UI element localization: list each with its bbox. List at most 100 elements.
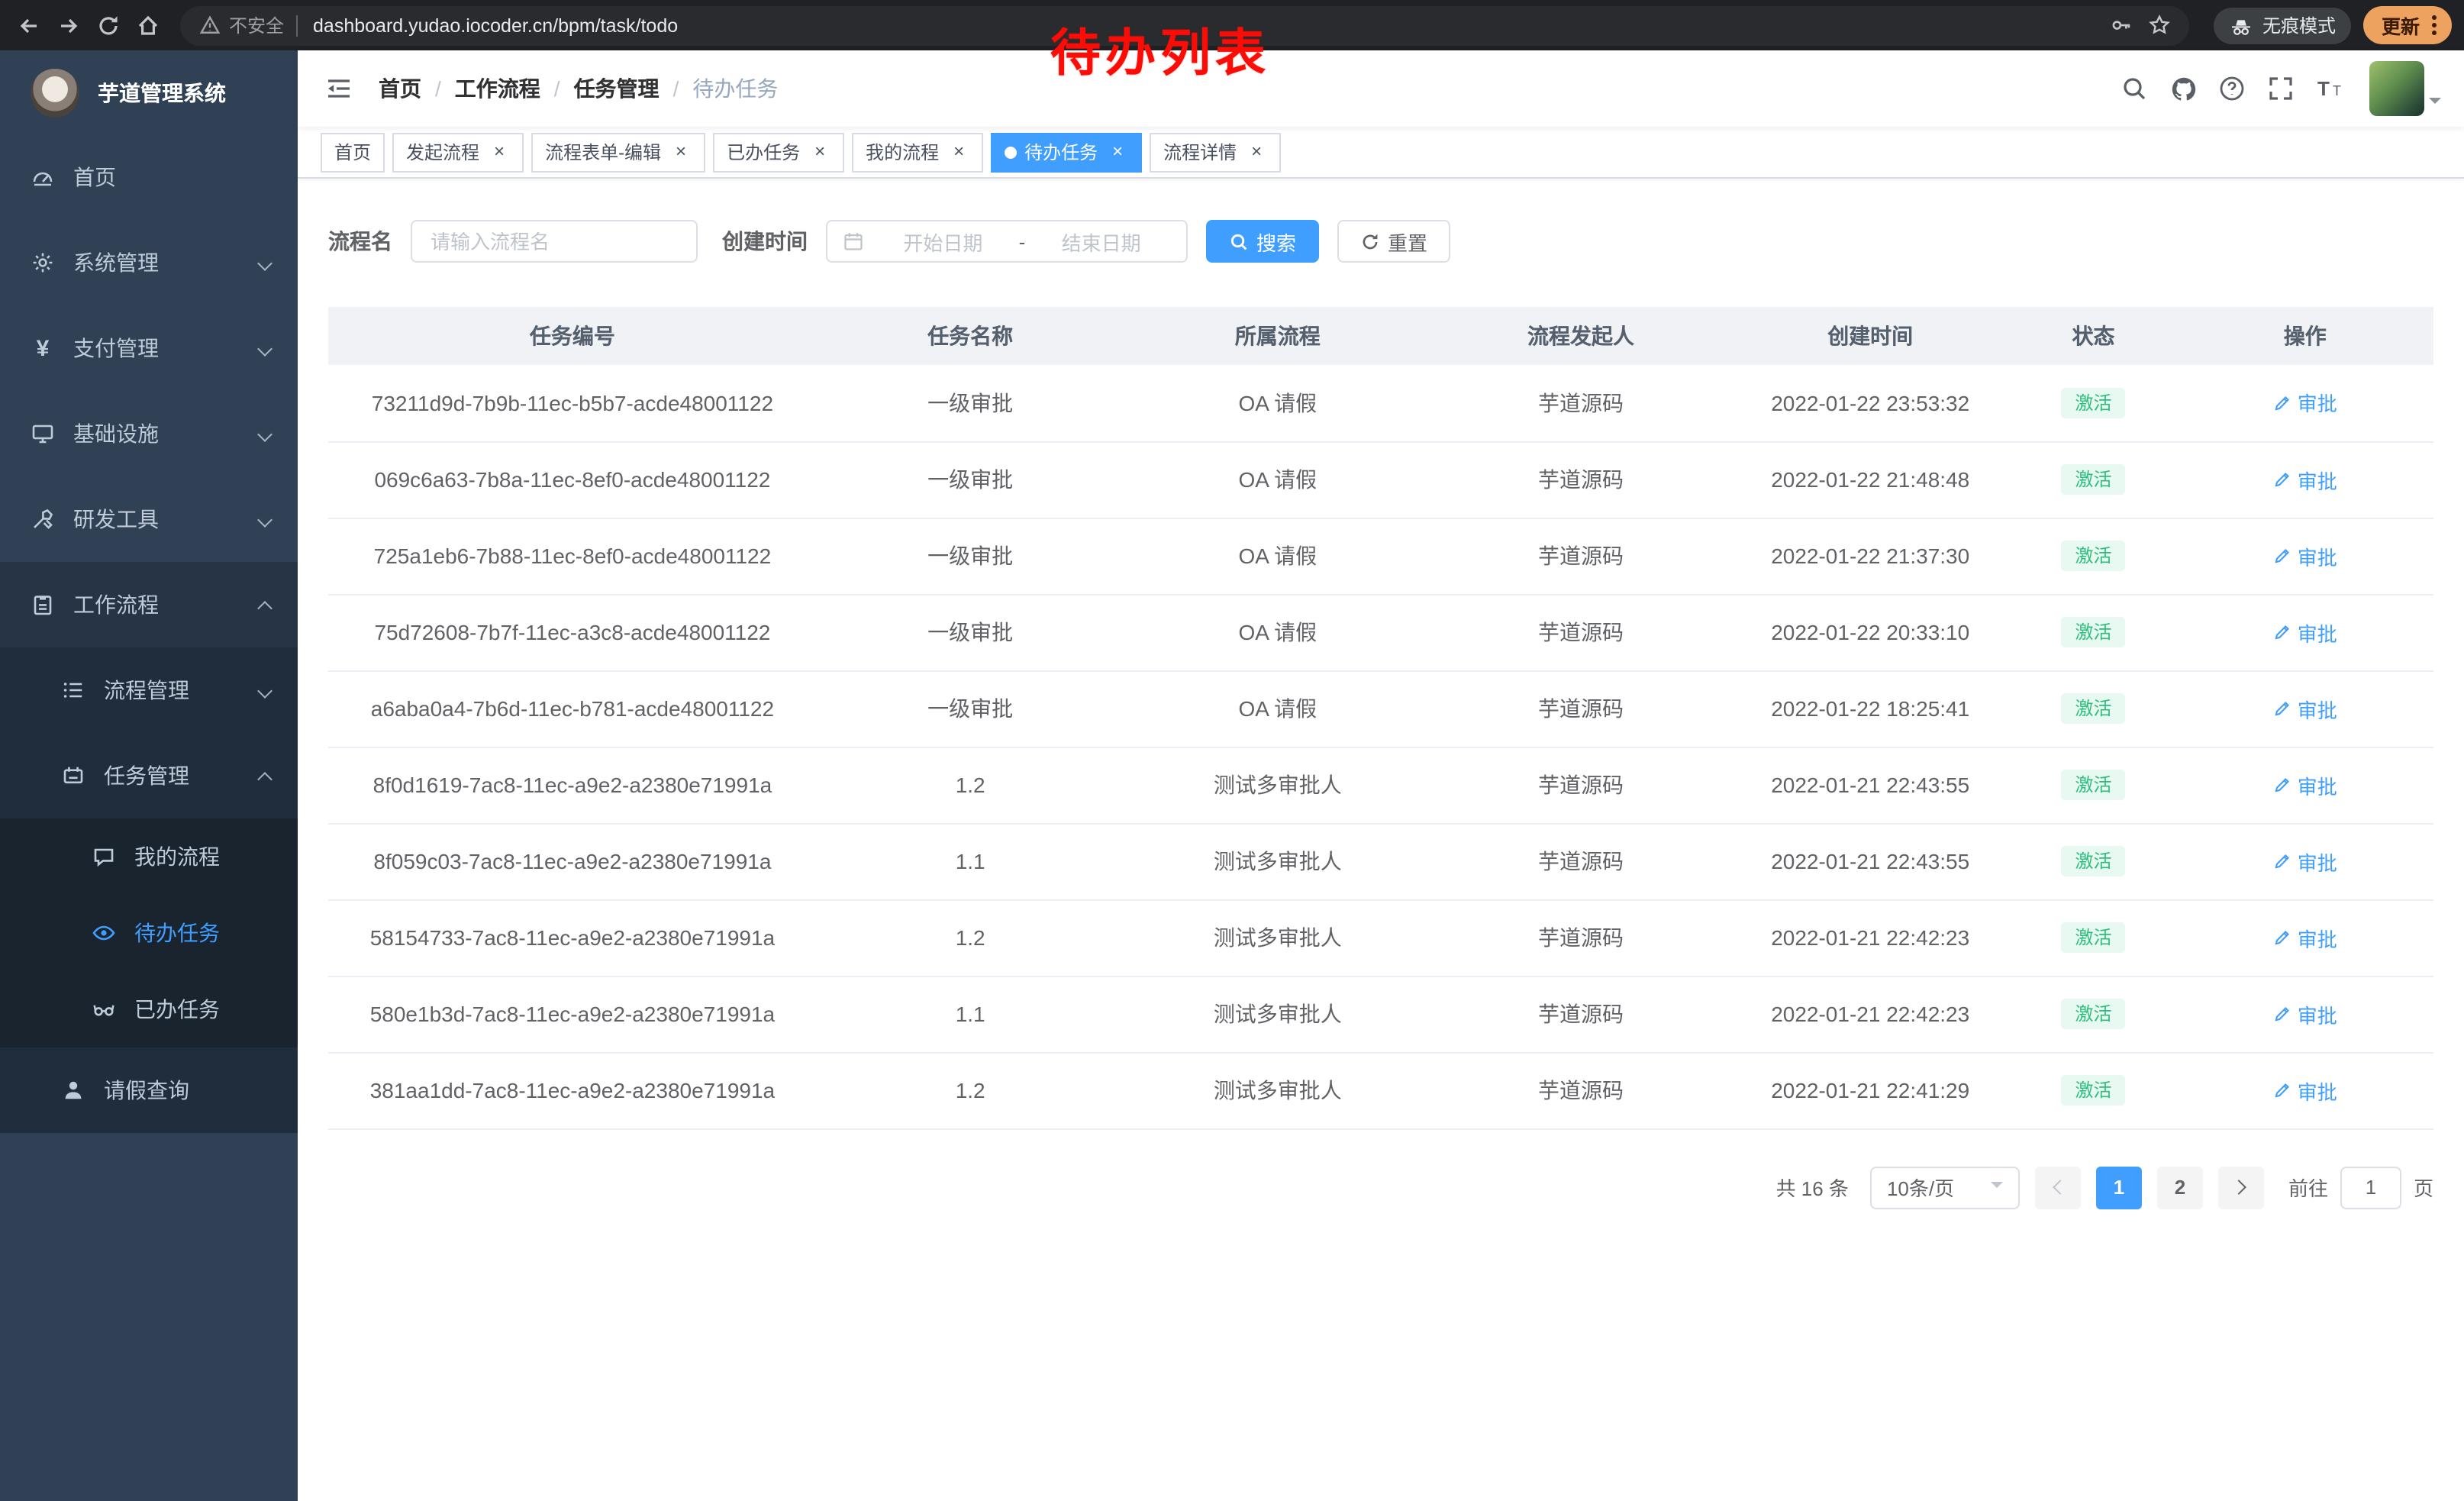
tab-start-process[interactable]: 发起流程× xyxy=(392,132,524,172)
reset-button[interactable]: 重置 xyxy=(1337,220,1450,263)
search-button[interactable]: 搜索 xyxy=(1206,220,1319,263)
tab-close-icon[interactable]: × xyxy=(948,141,969,163)
glasses-icon xyxy=(92,997,116,1022)
table-row[interactable]: 580e1b3d-7ac8-11ec-a9e2-a2380e71991a 1.1… xyxy=(328,976,2433,1052)
chevron-up-icon xyxy=(257,771,273,786)
tab-form-edit[interactable]: 流程表单-编辑× xyxy=(531,132,705,172)
approve-link[interactable]: 审批 xyxy=(2273,770,2337,799)
sidebar-item-dev-tools[interactable]: 研发工具 xyxy=(0,476,298,562)
cell-initiator: 芋道源码 xyxy=(1431,365,1730,441)
sidebar-collapse-icon[interactable] xyxy=(321,70,357,107)
tab-todo-tasks[interactable]: 待办任务× xyxy=(991,132,1142,172)
tab-done-tasks[interactable]: 已办任务× xyxy=(713,132,844,172)
page-button-2[interactable]: 2 xyxy=(2157,1166,2203,1209)
cell-created: 2022-01-22 21:37:30 xyxy=(1730,518,2011,594)
security-label[interactable]: 不安全 xyxy=(229,12,284,38)
sidebar-item-my-process[interactable]: 我的流程 xyxy=(0,818,298,895)
sidebar-item-payment-mgmt[interactable]: ¥ 支付管理 xyxy=(0,305,298,391)
table-row[interactable]: 75d72608-7b7f-11ec-a3c8-acde48001122 一级审… xyxy=(328,594,2433,670)
goto-page-input[interactable] xyxy=(2340,1166,2401,1209)
browser-home-button[interactable] xyxy=(128,5,168,45)
app-logo[interactable]: 芋道管理系统 xyxy=(0,50,298,134)
cell-initiator: 芋道源码 xyxy=(1431,747,1730,823)
sidebar-item-done-tasks[interactable]: 已办任务 xyxy=(0,971,298,1047)
browser-back-button[interactable] xyxy=(9,5,49,45)
person-icon xyxy=(61,1078,85,1102)
approve-link[interactable]: 审批 xyxy=(2273,1076,2337,1105)
browser-menu-icon[interactable] xyxy=(2426,9,2443,41)
table-row[interactable]: 069c6a63-7b8a-11ec-8ef0-acde48001122 一级审… xyxy=(328,441,2433,518)
start-date-placeholder[interactable]: 开始日期 xyxy=(873,227,1013,256)
sidebar-item-infrastructure[interactable]: 基础设施 xyxy=(0,391,298,476)
tab-process-detail[interactable]: 流程详情× xyxy=(1150,132,1281,172)
tab-close-icon[interactable]: × xyxy=(809,141,830,163)
page-size-select[interactable]: 10条/页 xyxy=(1870,1166,2020,1209)
approve-link[interactable]: 审批 xyxy=(2273,618,2337,647)
prev-page-button[interactable] xyxy=(2035,1166,2081,1209)
table-row[interactable]: a6aba0a4-7b6d-11ec-b781-acde48001122 一级审… xyxy=(328,670,2433,747)
browser-update-button[interactable]: 更新 xyxy=(2363,6,2452,44)
sidebar-item-system-mgmt[interactable]: 系统管理 xyxy=(0,220,298,305)
chevron-down-icon xyxy=(257,341,273,356)
table-row[interactable]: 725a1eb6-7b88-11ec-8ef0-acde48001122 一级审… xyxy=(328,518,2433,594)
date-range-picker[interactable]: 开始日期 - 结束日期 xyxy=(826,220,1188,263)
col-task-name: 任务名称 xyxy=(817,307,1124,365)
tab-close-icon[interactable]: × xyxy=(489,141,510,163)
bookmark-star-icon[interactable] xyxy=(2148,14,2171,37)
table-row[interactable]: 8f059c03-7ac8-11ec-a9e2-a2380e71991a 1.1… xyxy=(328,823,2433,899)
eye-icon xyxy=(92,921,116,945)
warning-icon[interactable] xyxy=(198,14,221,37)
address-bar[interactable]: 不安全 dashboard.yudao.iocoder.cn/bpm/task/… xyxy=(180,5,2189,45)
cell-initiator: 芋道源码 xyxy=(1431,976,1730,1052)
sidebar-item-home[interactable]: 首页 xyxy=(0,134,298,220)
approve-link[interactable]: 审批 xyxy=(2273,847,2337,876)
cell-initiator: 芋道源码 xyxy=(1431,594,1730,670)
approve-link-label: 审批 xyxy=(2298,1076,2337,1105)
table-row[interactable]: 73211d9d-7b9b-11ec-b5b7-acde48001122 一级审… xyxy=(328,365,2433,441)
breadcrumb-current: 待办任务 xyxy=(692,73,778,104)
cell-task-id: 381aa1dd-7ac8-11ec-a9e2-a2380e71991a xyxy=(328,1052,817,1128)
table-row[interactable]: 381aa1dd-7ac8-11ec-a9e2-a2380e71991a 1.2… xyxy=(328,1052,2433,1128)
approve-link[interactable]: 审批 xyxy=(2273,541,2337,570)
table-row[interactable]: 8f0d1619-7ac8-11ec-a9e2-a2380e71991a 1.2… xyxy=(328,747,2433,823)
table-header-row: 任务编号 任务名称 所属流程 流程发起人 创建时间 状态 操作 xyxy=(328,307,2433,365)
avatar[interactable] xyxy=(2369,61,2424,116)
user-menu[interactable] xyxy=(2369,61,2441,116)
sidebar-item-task-mgmt[interactable]: 任务管理 xyxy=(0,733,298,818)
todo-task-table: 任务编号 任务名称 所属流程 流程发起人 创建时间 状态 操作 73211d9d… xyxy=(328,307,2433,1129)
search-icon[interactable] xyxy=(2113,67,2156,110)
end-date-placeholder[interactable]: 结束日期 xyxy=(1031,227,1171,256)
browser-reload-button[interactable] xyxy=(89,5,128,45)
status-badge: 激活 xyxy=(2062,464,2126,495)
github-icon[interactable] xyxy=(2162,67,2204,110)
tab-my-process[interactable]: 我的流程× xyxy=(852,132,983,172)
tab-close-icon[interactable]: × xyxy=(1107,141,1128,163)
approve-link-label: 审批 xyxy=(2298,389,2337,418)
approve-link[interactable]: 审批 xyxy=(2273,999,2337,1028)
tab-close-icon[interactable]: × xyxy=(670,141,692,163)
approve-link-label: 审批 xyxy=(2298,923,2337,952)
update-label[interactable]: 更新 xyxy=(2382,11,2420,40)
process-name-input[interactable] xyxy=(411,220,698,263)
browser-forward-button[interactable] xyxy=(49,5,89,45)
next-page-button[interactable] xyxy=(2218,1166,2264,1209)
approve-link[interactable]: 审批 xyxy=(2273,694,2337,723)
password-key-icon[interactable] xyxy=(2110,14,2133,37)
sidebar-item-todo-tasks[interactable]: 待办任务 xyxy=(0,895,298,971)
breadcrumb-home[interactable]: 首页 xyxy=(379,73,421,104)
tab-close-icon[interactable]: × xyxy=(1246,141,1267,163)
font-size-icon[interactable]: TT xyxy=(2308,67,2351,110)
sidebar-item-workflow[interactable]: 工作流程 xyxy=(0,562,298,647)
sidebar-item-leave-query[interactable]: 请假查询 xyxy=(0,1047,298,1133)
help-icon[interactable] xyxy=(2211,67,2253,110)
approve-link[interactable]: 审批 xyxy=(2273,389,2337,418)
cell-task-name: 1.2 xyxy=(817,1052,1124,1128)
approve-link[interactable]: 审批 xyxy=(2273,465,2337,494)
table-row[interactable]: 58154733-7ac8-11ec-a9e2-a2380e71991a 1.2… xyxy=(328,899,2433,976)
page-button-1[interactable]: 1 xyxy=(2096,1166,2142,1209)
url-text[interactable]: dashboard.yudao.iocoder.cn/bpm/task/todo xyxy=(313,15,2095,36)
sidebar-item-process-mgmt[interactable]: 流程管理 xyxy=(0,647,298,733)
fullscreen-icon[interactable] xyxy=(2259,67,2302,110)
tab-home[interactable]: 首页 xyxy=(321,132,385,172)
approve-link[interactable]: 审批 xyxy=(2273,923,2337,952)
